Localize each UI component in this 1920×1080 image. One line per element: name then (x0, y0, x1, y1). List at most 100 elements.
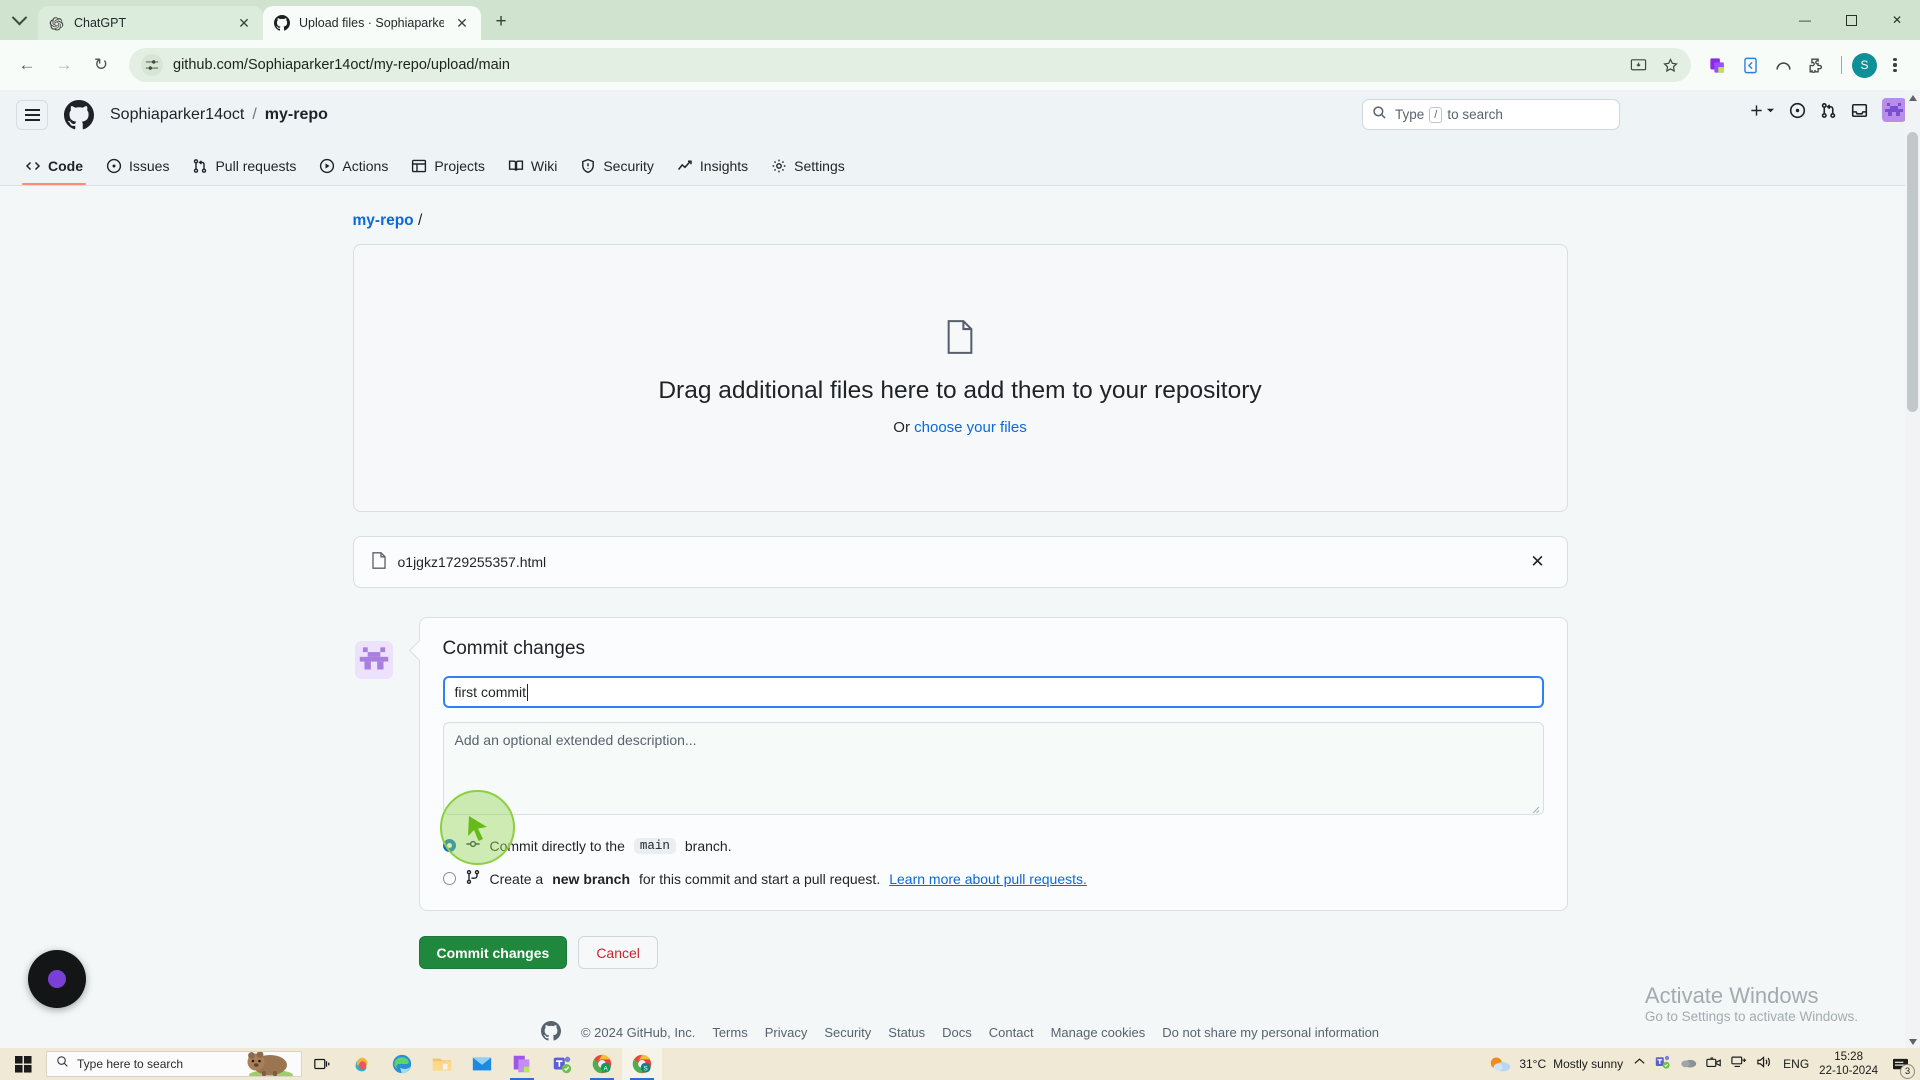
teams-tray-icon[interactable] (1655, 1054, 1671, 1075)
forward-button[interactable]: → (47, 48, 81, 82)
notifications-inbox-icon[interactable] (1851, 102, 1868, 119)
commit-form-wrapper: Commit changes first commit Add an optio… (353, 617, 1568, 911)
copilot-icon[interactable] (342, 1048, 382, 1080)
repo-name-link[interactable]: my-repo (265, 106, 328, 124)
footer-link-docs[interactable]: Docs (942, 1025, 972, 1040)
system-tray: 31°C Mostly sunny ENG 15:28 22-10-2024 3 (1488, 1048, 1920, 1080)
repo-tab-wiki[interactable]: Wiki (499, 147, 566, 185)
teams-icon[interactable] (542, 1048, 582, 1080)
notification-center-button[interactable]: 3 (1888, 1052, 1915, 1079)
github-search-input[interactable]: Type / to search (1362, 99, 1620, 130)
github-header-actions (1749, 98, 1906, 122)
commit-changes-button[interactable]: Commit changes (418, 936, 568, 969)
extension-blue-icon[interactable] (1735, 50, 1765, 80)
browser-tab-chatgpt[interactable]: ChatGPT ✕ (38, 6, 263, 40)
repo-tab-insights[interactable]: Insights (668, 147, 757, 185)
choose-files-link[interactable]: choose your files (914, 419, 1027, 436)
chevron-up-icon[interactable] (1633, 1055, 1646, 1073)
kebab-menu-icon[interactable] (1880, 50, 1910, 80)
radio-new-branch[interactable] (442, 872, 456, 885)
pull-requests-learn-more-link[interactable]: Learn more about pull requests. (889, 871, 1087, 887)
tab-search-chevron[interactable] (0, 0, 38, 40)
cancel-button[interactable]: Cancel (578, 936, 658, 969)
hamburger-icon[interactable] (16, 100, 48, 130)
footer-link-do-not-share[interactable]: Do not share my personal information (1162, 1025, 1379, 1040)
file-explorer-icon[interactable] (422, 1048, 462, 1080)
repo-tab-pull-requests[interactable]: Pull requests (183, 147, 305, 185)
mail-icon[interactable] (462, 1048, 502, 1080)
footer-link-manage-cookies[interactable]: Manage cookies (1051, 1025, 1146, 1040)
address-bar[interactable]: github.com/Sophiaparker14oct/my-repo/upl… (129, 48, 1691, 82)
commit-option-new-branch[interactable]: Create a new branch for this commit and … (442, 869, 1544, 888)
commit-message-input[interactable]: first commit (442, 676, 1544, 708)
network-icon[interactable] (1731, 1055, 1747, 1074)
task-view-icon[interactable] (302, 1048, 342, 1080)
browser-tab-strip: ChatGPT ✕ Upload files · Sophiaparker14o… (0, 0, 1920, 40)
windows-taskbar: Type here to search A S 31°C Mostly sunn… (0, 1048, 1920, 1080)
scrollbar-thumb[interactable] (1907, 132, 1918, 412)
user-avatar[interactable] (1882, 98, 1906, 122)
resize-grip-icon[interactable] (1530, 801, 1540, 814)
github-mark-icon[interactable] (62, 98, 96, 132)
new-tab-button[interactable]: + (487, 8, 515, 36)
maximize-button[interactable] (1828, 4, 1874, 36)
tab-close-icon[interactable]: ✕ (235, 14, 253, 32)
file-dropzone[interactable]: Drag additional files here to add them t… (352, 244, 1568, 512)
breadcrumb-repo-link[interactable]: my-repo (353, 212, 414, 229)
clock-time: 15:28 (1834, 1051, 1863, 1063)
extension-arc-icon[interactable] (1768, 50, 1798, 80)
onedrive-icon[interactable] (1680, 1055, 1697, 1074)
bookmark-star-icon[interactable] (1655, 50, 1685, 80)
reload-button[interactable]: ↻ (84, 48, 118, 82)
repo-tab-projects[interactable]: Projects (402, 147, 494, 185)
repo-tab-settings[interactable]: Settings (762, 147, 854, 185)
commit-description-placeholder: Add an optional extended description... (454, 732, 697, 748)
taskbar-clock[interactable]: 15:28 22-10-2024 (1819, 1050, 1878, 1078)
windows-start-button[interactable] (0, 1048, 46, 1080)
pull-requests-icon[interactable] (1820, 102, 1837, 119)
install-app-icon[interactable] (1623, 50, 1653, 80)
create-new-button[interactable] (1749, 103, 1775, 118)
extensions-puzzle-icon[interactable] (1801, 50, 1831, 80)
weather-widget[interactable]: 31°C Mostly sunny (1488, 1054, 1623, 1074)
camera-icon[interactable] (1706, 1055, 1722, 1074)
chrome-profile-s-icon[interactable]: S (622, 1048, 662, 1080)
taskbar-search-box[interactable]: Type here to search (46, 1051, 302, 1077)
chrome-profile-a-icon[interactable]: A (582, 1048, 622, 1080)
close-icon[interactable]: ✕ (1527, 551, 1549, 573)
back-button[interactable]: ← (10, 48, 44, 82)
office-icon[interactable] (502, 1048, 542, 1080)
issues-icon[interactable] (1789, 102, 1806, 119)
footer-link-contact[interactable]: Contact (989, 1025, 1034, 1040)
footer-link-privacy[interactable]: Privacy (765, 1025, 808, 1040)
commit-description-input[interactable]: Add an optional extended description... (442, 722, 1544, 815)
page-scrollbar[interactable] (1905, 90, 1920, 1050)
repo-tab-issues[interactable]: Issues (97, 147, 178, 185)
scroll-up-arrow[interactable] (1905, 90, 1920, 106)
repo-owner-link[interactable]: Sophiaparker14oct (110, 106, 244, 124)
tune-icon[interactable] (141, 54, 163, 76)
input-language-indicator[interactable]: ENG (1783, 1057, 1809, 1071)
browser-profile-avatar[interactable]: S (1852, 52, 1877, 78)
breadcrumb-separator: / (417, 212, 423, 229)
tab-close-icon[interactable]: ✕ (453, 14, 471, 32)
repo-tab-actions[interactable]: Actions (310, 147, 397, 185)
repo-tab-code[interactable]: Code (16, 147, 92, 185)
tab-title: ChatGPT (74, 16, 127, 30)
footer-link-terms[interactable]: Terms (712, 1025, 747, 1040)
screen-recorder-bubble[interactable] (28, 950, 86, 1008)
github-header: Sophiaparker14oct / my-repo Type / to se… (0, 90, 1920, 140)
footer-link-security[interactable]: Security (824, 1025, 871, 1040)
commit-option-direct[interactable]: Commit directly to the main branch. (442, 836, 1544, 855)
branch-name-chip: main (633, 837, 676, 854)
volume-icon[interactable] (1756, 1055, 1773, 1074)
edge-icon[interactable] (382, 1048, 422, 1080)
footer-link-status[interactable]: Status (888, 1025, 925, 1040)
upload-container: my-repo / Drag additional files here to … (352, 186, 1568, 1050)
extension-purple-icon[interactable] (1702, 50, 1732, 80)
browser-tab-github[interactable]: Upload files · Sophiaparker14oc ✕ (263, 6, 481, 40)
omnibox-actions (1623, 50, 1685, 80)
repo-tab-security[interactable]: Security (571, 147, 663, 185)
minimize-button[interactable]: — (1782, 4, 1828, 36)
close-button[interactable]: ✕ (1874, 4, 1920, 36)
